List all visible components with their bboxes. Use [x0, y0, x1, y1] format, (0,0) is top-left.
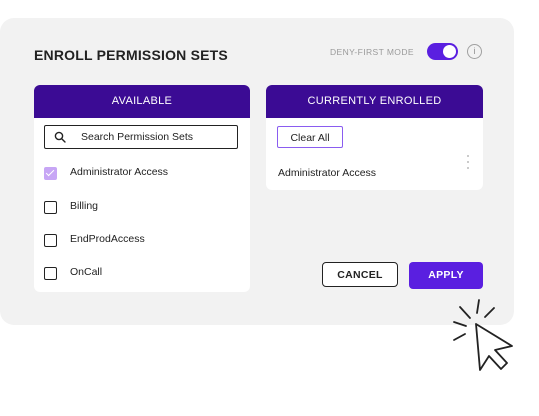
- list-item-label: Billing: [70, 200, 99, 212]
- list-item-label: OnCall: [70, 266, 103, 278]
- search-placeholder: Search Permission Sets: [81, 131, 194, 143]
- checkbox-billing[interactable]: [44, 201, 57, 214]
- clear-all-button[interactable]: Clear All: [277, 126, 343, 148]
- deny-first-mode-label: DENY-FIRST MODE: [330, 47, 414, 57]
- search-icon: [54, 131, 66, 143]
- kebab-menu-icon[interactable]: [466, 155, 470, 173]
- list-item-label: Administrator Access: [70, 166, 169, 178]
- info-icon[interactable]: i: [467, 44, 482, 59]
- list-item-label: EndProdAccess: [70, 233, 145, 245]
- checkbox-endprodaccess[interactable]: [44, 234, 57, 247]
- search-input[interactable]: Search Permission Sets: [44, 125, 238, 149]
- apply-button[interactable]: APPLY: [409, 262, 483, 289]
- deny-first-mode-toggle[interactable]: [427, 43, 458, 60]
- checkbox-oncall[interactable]: [44, 267, 57, 280]
- toggle-knob: [443, 45, 456, 58]
- available-panel: AVAILABLE Search Permission Sets Adminis…: [34, 85, 250, 292]
- cursor-click-icon: [453, 299, 513, 371]
- enrolled-item: Administrator Access: [278, 167, 377, 179]
- page-title: ENROLL PERMISSION SETS: [34, 47, 228, 63]
- enrolled-header: CURRENTLY ENROLLED: [266, 85, 483, 118]
- available-header: AVAILABLE: [34, 85, 250, 118]
- cancel-button[interactable]: CANCEL: [322, 262, 398, 287]
- enrolled-panel: CURRENTLY ENROLLED Clear All Administrat…: [266, 85, 483, 190]
- checkbox-administrator-access[interactable]: [44, 167, 57, 180]
